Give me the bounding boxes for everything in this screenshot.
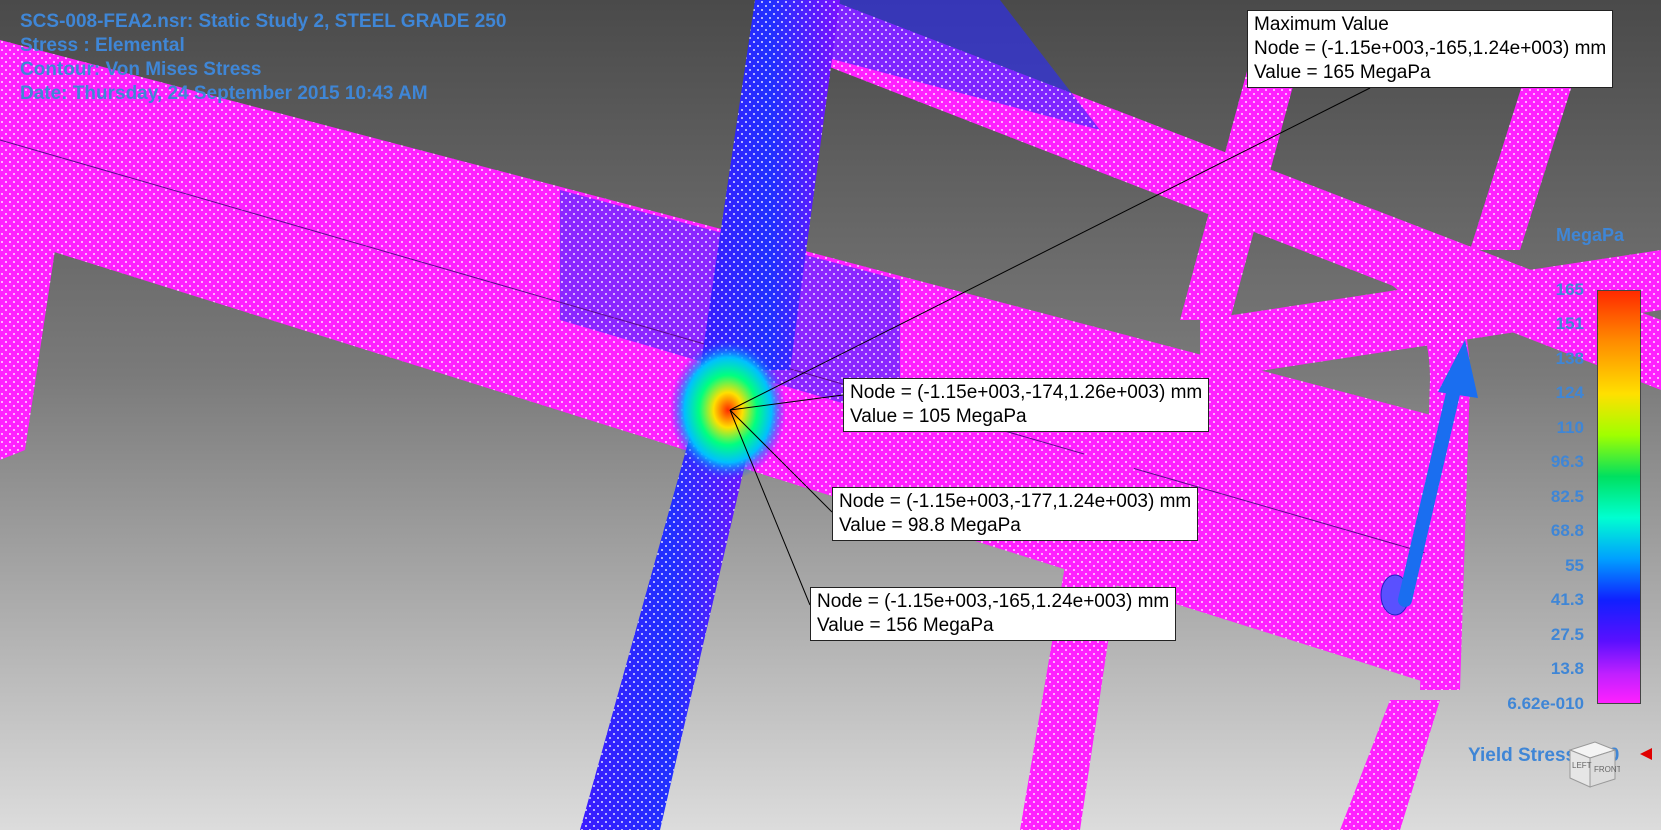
probe-value: Value = 105 MegaPa — [850, 406, 1027, 427]
legend-unit: MegaPa — [1556, 225, 1625, 245]
legend-tick: 151 — [1555, 314, 1584, 333]
max-value-title: Maximum Value — [1254, 14, 1389, 35]
result-date: Date: Thursday, 24 September 2015 10:43 … — [20, 83, 428, 104]
probe-callout[interactable]: Node = (-1.15e+003,-177,1.24e+003) mm Va… — [832, 487, 1199, 541]
probe-value: Value = 156 MegaPa — [817, 615, 994, 636]
graphics-viewport[interactable]: SCS-008-FEA2.nsr: Static Study 2, STEEL … — [0, 0, 1661, 830]
probe-node: Node = (-1.15e+003,-174,1.26e+003) mm — [850, 382, 1203, 403]
view-cube-left: LEFT — [1572, 761, 1592, 770]
probe-callout[interactable]: Node = (-1.15e+003,-165,1.24e+003) mm Va… — [810, 587, 1177, 641]
legend-tick: 13.8 — [1550, 659, 1584, 678]
legend-tick: 138 — [1555, 349, 1584, 368]
max-value-node: Node = (-1.15e+003,-165,1.24e+003) mm — [1254, 38, 1607, 59]
legend-tick: 96.3 — [1550, 452, 1584, 471]
legend-tick: 165 — [1555, 280, 1584, 299]
max-value-callout[interactable]: Maximum Value Node = (-1.15e+003,-165,1.… — [1247, 10, 1614, 88]
stress-hotspot — [670, 340, 786, 480]
study-title: SCS-008-FEA2.nsr: Static Study 2, STEEL … — [20, 11, 507, 32]
probe-callout[interactable]: Node = (-1.15e+003,-174,1.26e+003) mm Va… — [843, 378, 1210, 432]
yield-marker-icon — [1640, 748, 1652, 760]
probe-value: Value = 98.8 MegaPa — [839, 515, 1021, 536]
legend-tick: 6.62e-010 — [1507, 694, 1584, 713]
view-cube-front: FRONT — [1594, 765, 1620, 774]
view-cube-icon[interactable]: LEFT FRONT — [1560, 732, 1620, 792]
legend-tick: 110 — [1556, 418, 1584, 437]
stress-type: Stress : Elemental — [20, 35, 185, 56]
legend-color-bar — [1597, 290, 1641, 704]
fea-model — [0, 0, 1661, 830]
probe-node: Node = (-1.15e+003,-165,1.24e+003) mm — [817, 591, 1170, 612]
legend-tick: 68.8 — [1550, 521, 1584, 540]
probe-node: Node = (-1.15e+003,-177,1.24e+003) mm — [839, 491, 1192, 512]
max-value-value: Value = 165 MegaPa — [1254, 62, 1431, 83]
contour-type: Contour: Von Mises Stress — [20, 59, 262, 80]
legend-tick: 124 — [1555, 383, 1584, 402]
legend-tick: 41.3 — [1550, 590, 1584, 609]
legend-tick: 55 — [1565, 556, 1584, 575]
legend-tick: 82.5 — [1550, 487, 1584, 506]
legend-tick: 27.5 — [1550, 625, 1584, 644]
